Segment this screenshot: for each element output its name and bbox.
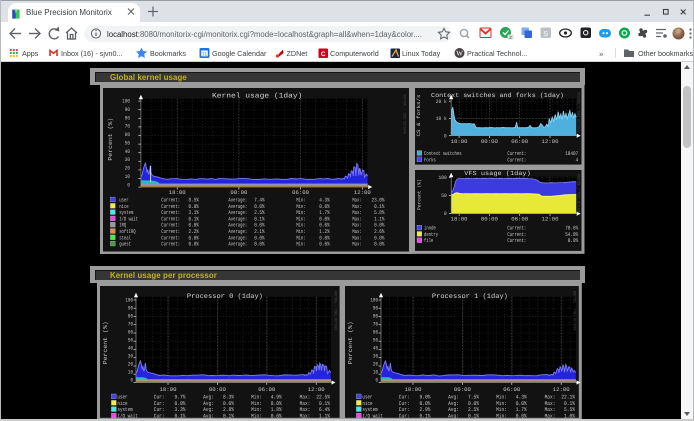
svg-text:50: 50 (373, 338, 378, 344)
svg-text:0.0%: 0.0% (568, 238, 579, 245)
svg-text:60: 60 (125, 132, 130, 138)
svg-text:70: 70 (127, 322, 132, 328)
svg-text:18:00: 18:00 (159, 386, 176, 393)
svg-text:C: C (321, 51, 326, 58)
svg-text:Average:: Average: (229, 240, 248, 247)
svg-text:12:00: 12:00 (553, 386, 570, 393)
svg-text:Current:: Current: (162, 240, 181, 247)
svg-text:00:00: 00:00 (481, 217, 498, 223)
svg-text:0: 0 (444, 133, 447, 139)
svg-text:file: file (424, 238, 433, 245)
svg-text:20 k: 20 k (436, 99, 447, 105)
svg-text:0.0%: 0.0% (320, 240, 331, 247)
svg-text:50: 50 (127, 338, 132, 344)
svg-text:06:00: 06:00 (511, 139, 528, 145)
svg-text:06:00: 06:00 (511, 217, 528, 223)
svg-text:Processor 0 (1day): Processor 0 (1day) (186, 293, 262, 301)
svg-text:30: 30 (127, 354, 132, 360)
svg-text:00:00: 00:00 (454, 386, 471, 393)
svg-text:Percent (%): Percent (%) (417, 179, 423, 210)
svg-text:Percent (%): Percent (%) (107, 118, 114, 161)
svg-text:VFS usage (1day): VFS usage (1day) (465, 170, 531, 177)
svg-text:06:00: 06:00 (292, 189, 309, 196)
svg-text:0: 0 (130, 378, 132, 384)
svg-text:40: 40 (127, 346, 132, 352)
svg-text:31: 31 (202, 52, 208, 58)
svg-text:guest: guest (119, 240, 131, 247)
svg-text:10: 10 (125, 174, 130, 180)
svg-text:0.0%: 0.0% (374, 240, 385, 247)
svg-text:»: » (599, 50, 604, 59)
svg-text:80: 80 (125, 115, 130, 121)
svg-text:00:00: 00:00 (231, 189, 248, 196)
svg-text:RRDTOOL / TOBI OETIKER: RRDTOOL / TOBI OETIKER (572, 291, 577, 331)
svg-text:100: 100 (439, 176, 447, 182)
svg-text:30: 30 (373, 354, 378, 360)
svg-text:30: 30 (125, 157, 130, 163)
svg-text:RRDTOOL / TOBI OETIKER: RRDTOOL / TOBI OETIKER (576, 92, 581, 132)
svg-text:06:00: 06:00 (258, 386, 275, 393)
svg-text:Percent (%): Percent (%) (347, 322, 354, 365)
svg-text:50: 50 (442, 194, 447, 200)
svg-text:Current:: Current: (508, 156, 527, 163)
svg-text:Processor 1 (1day): Processor 1 (1day) (432, 293, 508, 301)
svg-text:100: 100 (125, 297, 133, 303)
svg-text:0: 0 (376, 378, 378, 384)
svg-text:W: W (456, 50, 463, 58)
svg-text:90: 90 (373, 305, 378, 311)
svg-text:0.0%: 0.0% (254, 240, 265, 247)
svg-text:18:00: 18:00 (405, 386, 422, 393)
svg-text:70: 70 (125, 123, 130, 129)
svg-text:20: 20 (127, 362, 132, 368)
svg-text:18:00: 18:00 (451, 217, 468, 223)
svg-text:90: 90 (127, 305, 132, 311)
svg-text:06:00: 06:00 (503, 386, 520, 393)
svg-text:RRDTOOL / TOBI OETIKER: RRDTOOL / TOBI OETIKER (576, 174, 581, 214)
svg-text:70: 70 (373, 322, 378, 328)
svg-text:S: S (543, 31, 548, 38)
svg-text:80: 80 (373, 314, 378, 320)
svg-text:12:00: 12:00 (542, 217, 559, 223)
svg-text:10: 10 (373, 370, 378, 376)
svg-text:Current:: Current: (508, 238, 527, 245)
svg-text:20: 20 (373, 362, 378, 368)
svg-text:18:00: 18:00 (169, 189, 186, 196)
svg-text:0: 0 (444, 212, 447, 218)
svg-text:20: 20 (125, 165, 130, 171)
svg-text:RRDTOOL / TOBI OETIKER: RRDTOOL / TOBI OETIKER (332, 291, 337, 331)
svg-text:80: 80 (127, 314, 132, 320)
svg-text:18:00: 18:00 (451, 139, 468, 145)
svg-text:100: 100 (371, 297, 379, 303)
svg-text:60: 60 (127, 330, 132, 336)
svg-text:10: 10 (127, 370, 132, 376)
svg-text:0: 0 (128, 182, 131, 188)
svg-text:00:00: 00:00 (481, 139, 498, 145)
svg-text:Kernel usage (1day): Kernel usage (1day) (212, 91, 302, 100)
svg-text:12:00: 12:00 (307, 386, 324, 393)
svg-text:CS & forks/s: CS & forks/s (416, 94, 422, 136)
svg-text:0.0%: 0.0% (189, 240, 200, 247)
svg-text:Percent (%): Percent (%) (101, 322, 108, 365)
svg-text:90: 90 (125, 107, 130, 113)
svg-text:RRDTOOL / TOBI OETIKER: RRDTOOL / TOBI OETIKER (402, 94, 407, 134)
svg-text:00:00: 00:00 (208, 386, 225, 393)
svg-text:40: 40 (373, 346, 378, 352)
svg-text:12:00: 12:00 (542, 139, 559, 145)
svg-text:60: 60 (373, 330, 378, 336)
svg-text:12:00: 12:00 (354, 189, 371, 196)
svg-text:Min:: Min: (296, 240, 305, 247)
svg-text:10 k: 10 k (436, 116, 447, 122)
svg-text:50: 50 (125, 140, 130, 146)
svg-text:40: 40 (125, 149, 130, 155)
svg-text:Max:: Max: (353, 240, 362, 247)
svg-text:Forks: Forks (424, 156, 436, 163)
svg-text:100: 100 (123, 98, 131, 104)
